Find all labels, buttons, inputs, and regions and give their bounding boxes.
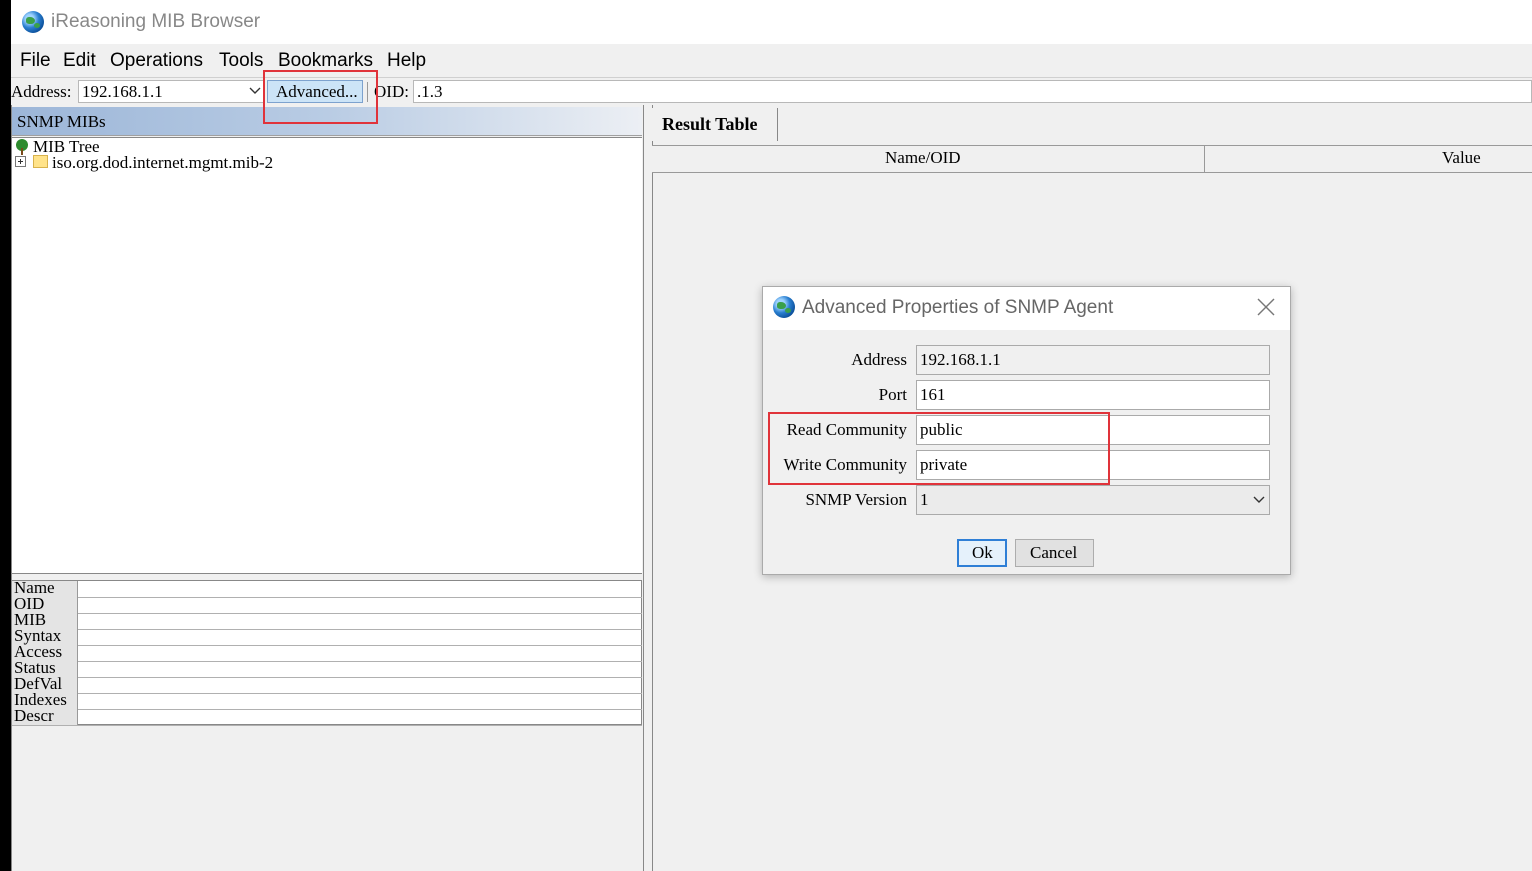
address-value[interactable]: 192.168.1.1 <box>82 82 163 102</box>
port-field-label: Port <box>878 385 907 404</box>
snmp-version-label: SNMP Version <box>805 490 907 509</box>
table-row: Syntax <box>12 626 642 646</box>
address-field-label: Address <box>851 350 907 369</box>
cancel-button-label[interactable]: Cancel <box>1030 543 1077 563</box>
globe-icon <box>773 296 795 318</box>
table-row: Indexes <box>12 690 642 710</box>
table-row: Status <box>12 658 642 678</box>
column-divider[interactable] <box>1204 146 1205 172</box>
globe-icon <box>22 11 44 33</box>
ok-button-label[interactable]: Ok <box>972 543 993 563</box>
expand-icon[interactable] <box>15 156 26 167</box>
tree-icon <box>16 139 28 155</box>
highlight-box <box>263 70 378 124</box>
menu-edit[interactable]: Edit <box>63 50 96 72</box>
folder-icon <box>33 155 48 168</box>
close-icon[interactable] <box>1255 296 1277 318</box>
oid-input[interactable] <box>413 80 1532 103</box>
chevron-down-icon[interactable] <box>1252 493 1266 507</box>
snmp-version-select[interactable] <box>916 485 1270 515</box>
menu-file[interactable]: File <box>20 50 51 72</box>
toolbar-divider <box>11 77 1532 78</box>
menu-operations[interactable]: Operations <box>110 50 203 72</box>
chevron-down-icon[interactable] <box>248 84 262 98</box>
table-row: MIB <box>12 610 642 630</box>
tab-result-table-label[interactable]: Result Table <box>662 114 758 135</box>
tree-node-mib-2[interactable]: iso.org.dod.internet.mgmt.mib-2 <box>52 153 273 173</box>
highlight-box <box>768 412 1110 485</box>
mib-tree[interactable] <box>12 137 642 574</box>
menu-bookmarks[interactable]: Bookmarks <box>278 50 373 72</box>
oid-value[interactable]: .1.3 <box>417 82 443 102</box>
table-row: DefVal <box>12 674 642 694</box>
mib-panel-title: SNMP MIBs <box>17 112 106 131</box>
table-row: Name <box>12 578 642 598</box>
menu-help[interactable]: Help <box>387 50 426 72</box>
column-header-name-oid[interactable]: Name/OID <box>885 148 961 168</box>
snmp-version-value[interactable]: 1 <box>920 490 929 510</box>
oid-label: OID: <box>374 82 409 101</box>
property-name: Descr <box>14 706 54 725</box>
menu-tools[interactable]: Tools <box>219 50 263 72</box>
table-row: OID <box>12 594 642 614</box>
table-row: Access <box>12 642 642 662</box>
address-label: Address: <box>11 82 72 101</box>
window-title: iReasoning MIB Browser <box>51 11 261 32</box>
port-field-value[interactable]: 161 <box>920 385 946 405</box>
table-row: Descr <box>12 706 642 726</box>
column-header-value[interactable]: Value <box>1442 148 1481 168</box>
result-table-header <box>652 145 1532 173</box>
dialog-title: Advanced Properties of SNMP Agent <box>802 297 1114 318</box>
port-field[interactable] <box>916 380 1270 410</box>
address-field-value[interactable]: 192.168.1.1 <box>920 350 1001 370</box>
